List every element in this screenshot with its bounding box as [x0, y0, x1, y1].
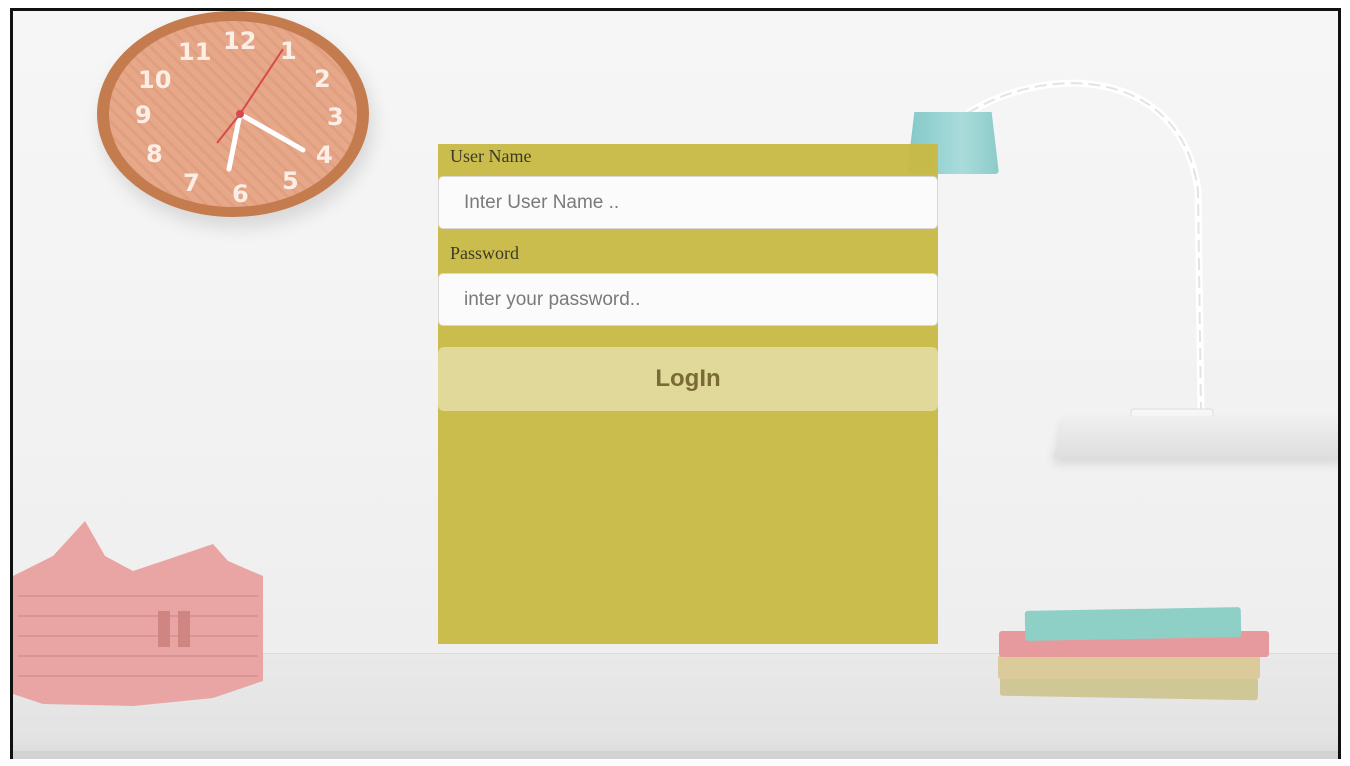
- background-room-scene: 12 1 2 3 4 5 6 7 8 9 10 11 User Name Int…: [10, 8, 1341, 759]
- login-button[interactable]: LogIn: [438, 347, 938, 411]
- wall-shelf: [1053, 416, 1338, 458]
- book-teal: [1024, 607, 1242, 641]
- password-label: Password: [450, 243, 520, 263]
- desk-edge: [13, 751, 1338, 759]
- username-label: User Name: [450, 146, 532, 166]
- pink-castle-model: [13, 521, 263, 706]
- book-tan-middle: [998, 655, 1260, 679]
- login-panel: User Name Password LogIn: [438, 144, 938, 644]
- password-input[interactable]: [438, 273, 938, 326]
- username-input[interactable]: [438, 176, 938, 229]
